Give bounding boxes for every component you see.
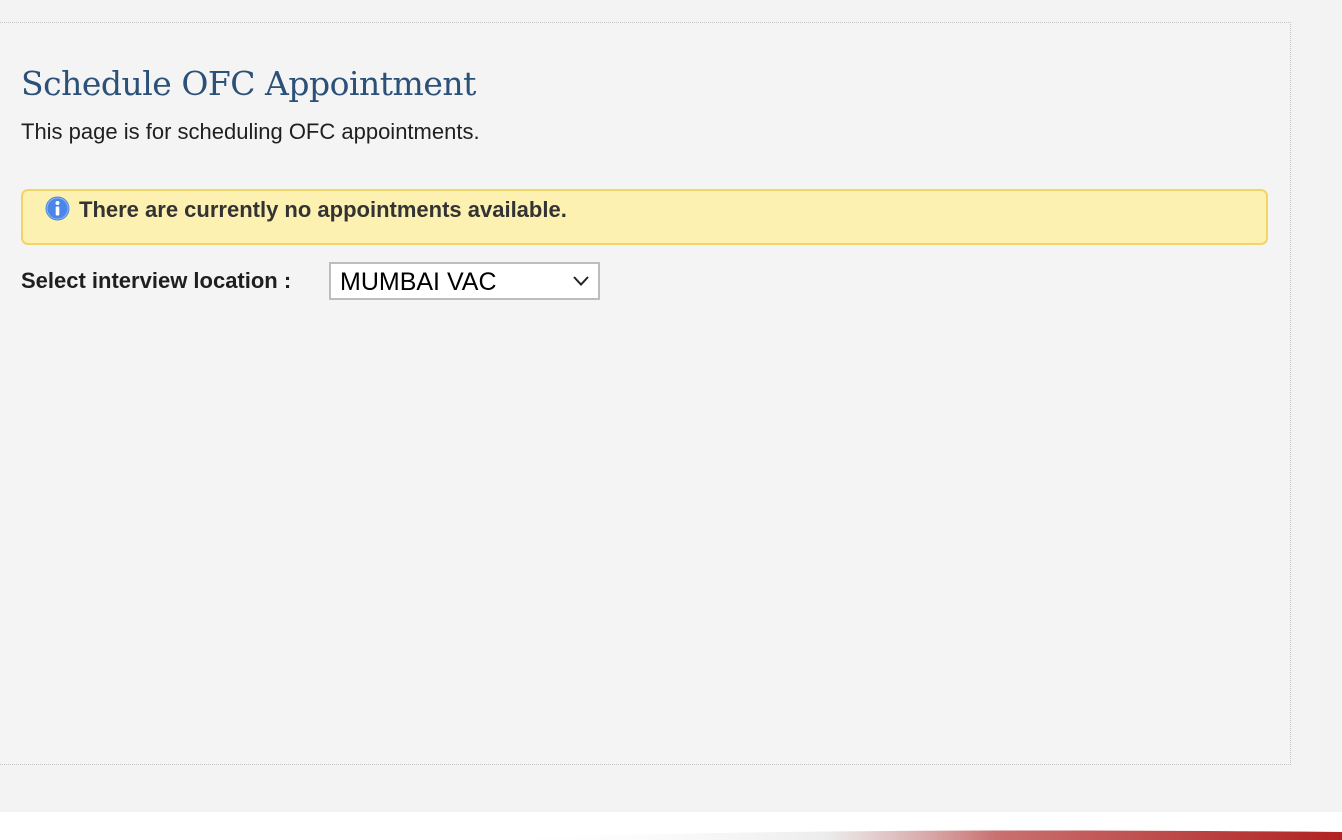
location-label: Select interview location :: [21, 268, 292, 293]
footer-swoosh-graphic: [480, 830, 1342, 840]
page-description: This page is for scheduling OFC appointm…: [21, 119, 480, 144]
content-panel: Schedule OFC Appointment This page is fo…: [0, 22, 1291, 765]
selected-location: MUMBAI VAC: [340, 268, 497, 296]
interview-location-select[interactable]: MUMBAI VAC: [329, 262, 600, 300]
info-icon: [45, 196, 70, 221]
page-title: Schedule OFC Appointment: [21, 64, 476, 103]
footer-strip: [0, 812, 1342, 840]
no-appointments-notice: There are currently no appointments avai…: [21, 189, 1268, 245]
chevron-down-icon: [573, 276, 589, 286]
notice-text: There are currently no appointments avai…: [79, 197, 567, 222]
